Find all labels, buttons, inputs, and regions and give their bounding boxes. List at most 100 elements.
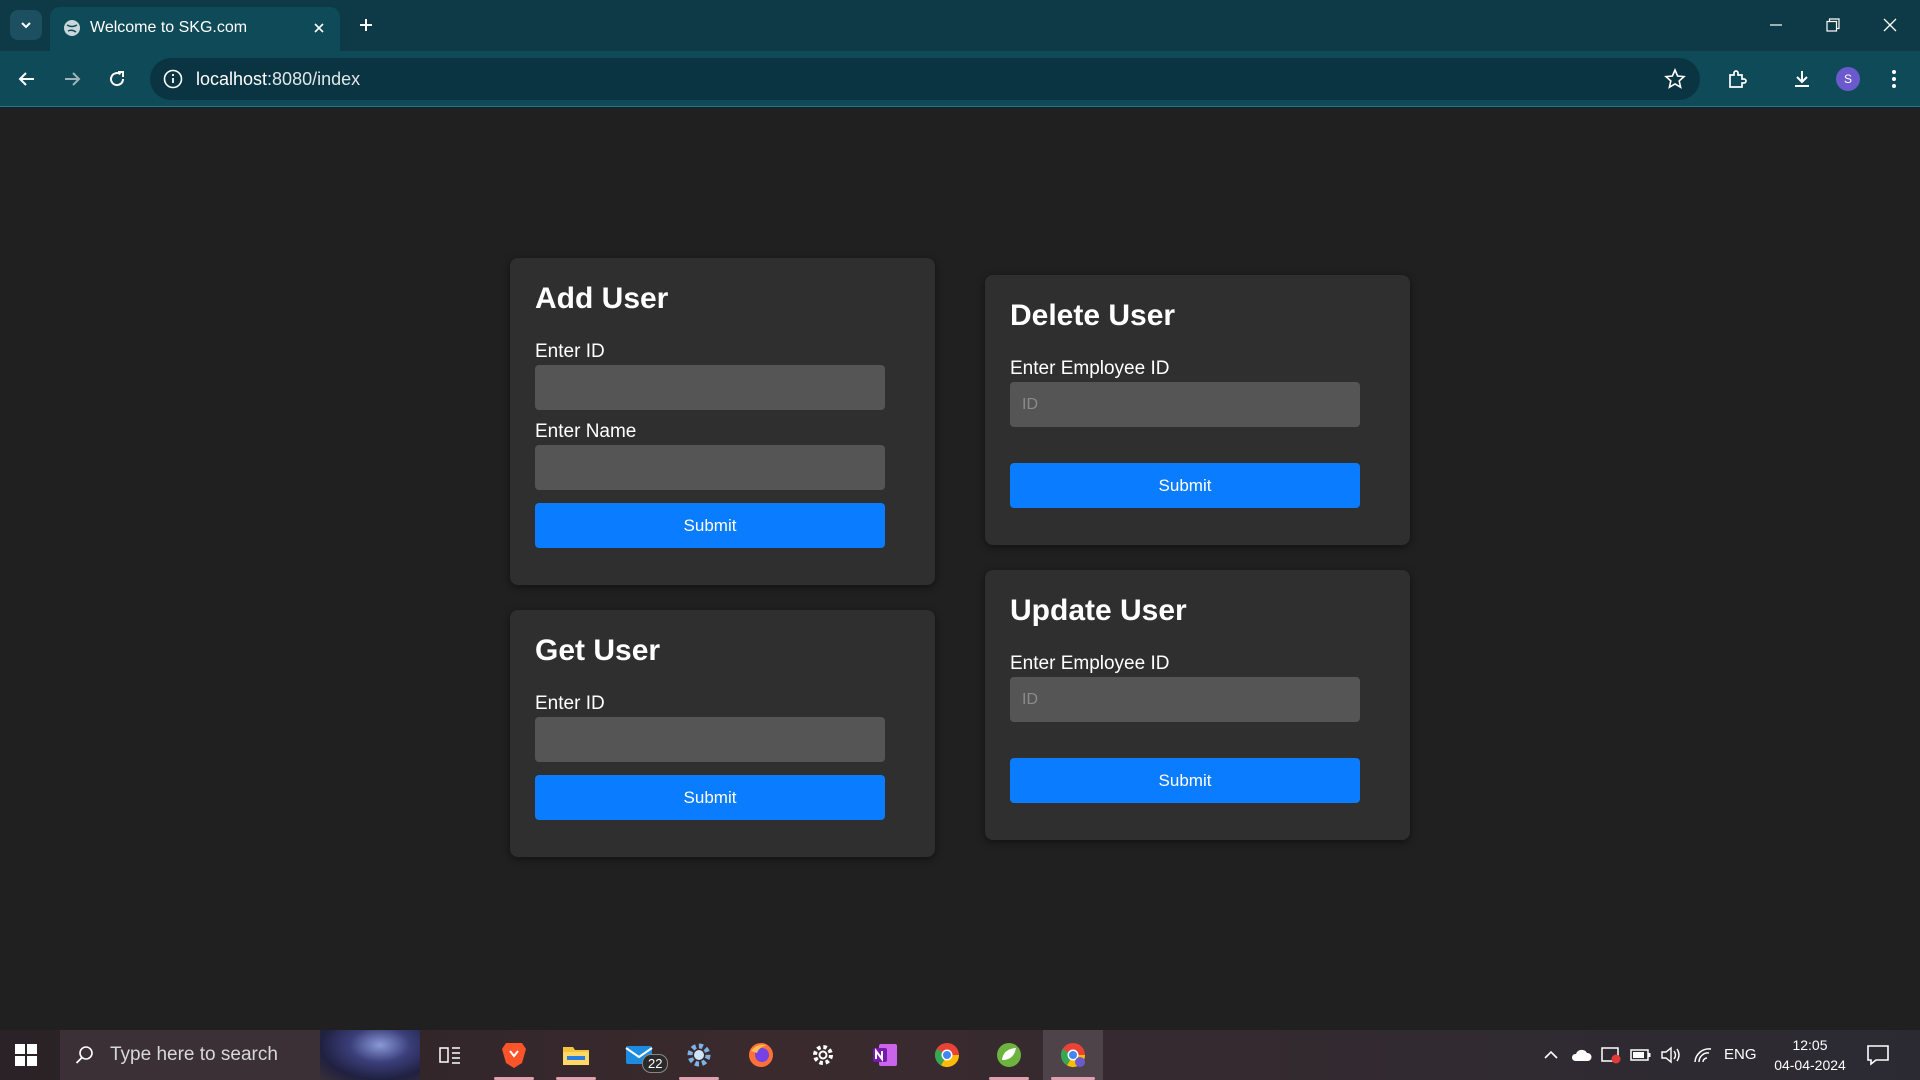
more-vertical-icon	[1892, 70, 1896, 88]
chrome-profile-icon	[1060, 1043, 1085, 1068]
plus-icon	[360, 19, 372, 31]
delete-user-card: Delete User Enter Employee ID Submit	[985, 275, 1410, 545]
taskbar-app-chrome[interactable]	[919, 1030, 975, 1080]
chrome-icon	[934, 1043, 959, 1068]
delete-user-submit-button[interactable]: Submit	[1010, 463, 1360, 508]
clock-time: 12:05	[1792, 1037, 1828, 1053]
brave-icon	[502, 1043, 526, 1068]
taskbar: Type here to search 22 ENG 12:05 04-04-2…	[0, 1030, 1920, 1080]
close-tab-button[interactable]	[308, 17, 330, 39]
task-view-button[interactable]	[422, 1030, 478, 1080]
add-user-name-input[interactable]	[535, 445, 885, 490]
taskbar-app-mail[interactable]: 22	[612, 1030, 669, 1080]
arrow-right-icon	[65, 72, 81, 86]
taskbar-app-chrome-active[interactable]	[1043, 1030, 1103, 1080]
taskbar-clock[interactable]: 12:05 04-04-2024	[1768, 1035, 1852, 1075]
browser-toolbar: localhost:8080/index S	[0, 51, 1920, 107]
add-user-card: Add User Enter ID Enter Name Submit	[510, 258, 935, 585]
get-user-id-label: Enter ID	[535, 693, 605, 714]
url-path: :8080/index	[267, 69, 361, 89]
input-language[interactable]: ENG	[1724, 1046, 1757, 1063]
mail-badge: 22	[642, 1054, 669, 1073]
task-view-icon	[439, 1047, 460, 1064]
update-user-card: Update User Enter Employee ID Submit	[985, 570, 1410, 840]
tray-battery[interactable]	[1630, 1045, 1652, 1065]
chevron-up-icon	[1544, 1050, 1558, 1059]
new-tab-button[interactable]	[352, 11, 380, 39]
firefox-icon	[749, 1043, 773, 1067]
minimize-icon	[1770, 24, 1782, 26]
update-user-submit-button[interactable]: Submit	[1010, 758, 1360, 803]
tray-volume[interactable]	[1660, 1045, 1682, 1065]
taskbar-app-firefox[interactable]	[733, 1030, 789, 1080]
get-user-title: Get User	[535, 634, 661, 667]
get-user-id-input[interactable]	[535, 717, 885, 762]
search-highlight-image	[320, 1030, 420, 1080]
file-explorer-icon	[563, 1047, 589, 1065]
tray-wifi[interactable]	[1692, 1045, 1714, 1065]
reload-button[interactable]	[101, 63, 133, 95]
update-user-id-input[interactable]	[1010, 677, 1360, 722]
get-user-submit-button[interactable]: Submit	[535, 775, 885, 820]
delete-user-id-label: Enter Employee ID	[1010, 358, 1170, 379]
get-user-card: Get User Enter ID Submit	[510, 610, 935, 857]
downloads-button[interactable]	[1786, 63, 1818, 95]
settings-gear-icon	[687, 1043, 711, 1067]
back-button[interactable]	[11, 63, 43, 95]
forward-button[interactable]	[56, 63, 88, 95]
arrow-left-icon	[18, 72, 34, 86]
battery-icon	[1630, 1049, 1651, 1061]
taskbar-app-spring[interactable]	[981, 1030, 1037, 1080]
delete-user-id-input[interactable]	[1010, 382, 1360, 427]
info-icon[interactable]	[162, 68, 184, 90]
add-user-id-label: Enter ID	[535, 341, 605, 362]
tray-security[interactable]	[1600, 1045, 1622, 1065]
url-text[interactable]: localhost:8080/index	[196, 69, 360, 90]
add-user-id-input[interactable]	[535, 365, 885, 410]
taskbar-app-control[interactable]	[671, 1030, 727, 1080]
volume-icon	[1661, 1046, 1680, 1064]
taskbar-app-brave[interactable]	[486, 1030, 542, 1080]
tab-title: Welcome to SKG.com	[90, 19, 248, 36]
globe-icon	[64, 20, 80, 36]
download-icon	[1795, 71, 1809, 87]
wifi-icon	[1694, 1048, 1712, 1063]
taskbar-app-onenote[interactable]	[857, 1030, 913, 1080]
taskbar-app-explorer[interactable]	[548, 1030, 604, 1080]
update-user-id-label: Enter Employee ID	[1010, 653, 1170, 674]
restore-button[interactable]	[1813, 10, 1853, 40]
profile-avatar[interactable]: S	[1836, 67, 1860, 91]
extensions-button[interactable]	[1721, 63, 1753, 95]
chevron-down-icon	[21, 22, 31, 29]
star-icon[interactable]	[1664, 68, 1686, 90]
delete-user-title: Delete User	[1010, 299, 1176, 332]
notification-icon[interactable]	[1866, 1044, 1890, 1066]
close-icon	[1883, 18, 1897, 32]
add-user-name-label: Enter Name	[535, 421, 637, 442]
onenote-icon	[873, 1044, 897, 1066]
menu-button[interactable]	[1878, 63, 1910, 95]
clock-date: 04-04-2024	[1774, 1057, 1846, 1073]
address-bar[interactable]: localhost:8080/index	[150, 58, 1700, 100]
settings-icon	[813, 1045, 833, 1065]
search-icon	[75, 1046, 93, 1064]
add-user-title: Add User	[535, 282, 669, 315]
tray-onedrive[interactable]	[1570, 1045, 1592, 1065]
tab-strip: Welcome to SKG.com	[0, 0, 1920, 51]
close-window-button[interactable]	[1870, 10, 1910, 40]
windows-start-icon[interactable]	[14, 1043, 38, 1067]
url-host: localhost	[196, 69, 268, 89]
browser-tab[interactable]: Welcome to SKG.com	[50, 7, 340, 51]
taskbar-app-settings[interactable]	[795, 1030, 851, 1080]
restore-icon	[1826, 18, 1840, 32]
update-user-title: Update User	[1010, 594, 1187, 627]
security-alert-icon	[1601, 1047, 1621, 1064]
cloud-icon	[1571, 1049, 1592, 1061]
puzzle-icon	[1729, 70, 1747, 88]
tray-overflow-button[interactable]	[1540, 1045, 1562, 1065]
add-user-submit-button[interactable]: Submit	[535, 503, 885, 548]
close-icon	[314, 23, 324, 33]
tab-search-button[interactable]	[10, 10, 42, 40]
minimize-button[interactable]	[1756, 10, 1796, 40]
taskbar-search[interactable]: Type here to search	[60, 1030, 420, 1080]
